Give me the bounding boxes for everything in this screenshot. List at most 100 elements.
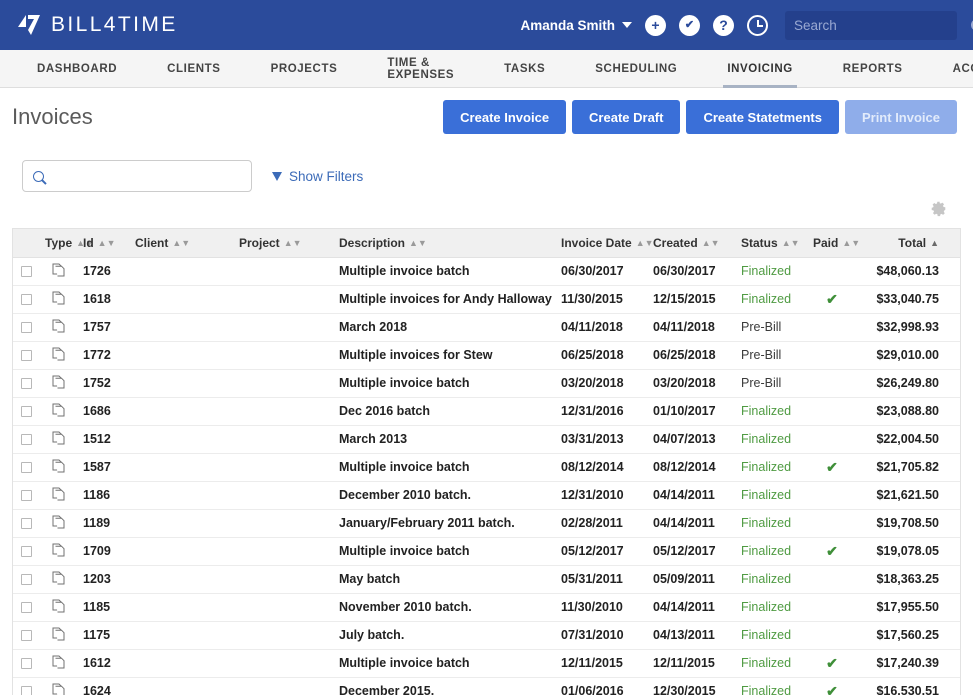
documents-icon[interactable] [52,403,65,420]
nav-item-reports[interactable]: REPORTS [818,50,928,87]
row-description[interactable]: Multiple invoice batch [333,257,555,286]
row-description[interactable]: December 2015. [333,677,555,695]
row-checkbox[interactable] [20,490,32,502]
row-id[interactable]: 1726 [77,257,129,286]
create-invoice-button[interactable]: Create Invoice [443,100,567,134]
table-row[interactable]: 1618 Multiple invoices for Andy Halloway 1… [13,285,960,314]
row-description[interactable]: March 2013 [333,425,555,454]
nav-item-dashboard[interactable]: DASHBOARD [12,50,142,87]
documents-icon[interactable] [52,627,65,644]
global-search-box[interactable] [785,10,973,40]
documents-icon[interactable] [52,543,65,560]
documents-icon[interactable] [52,263,65,280]
row-checkbox[interactable] [20,686,32,695]
row-description[interactable]: Multiple invoice batch [333,453,555,482]
row-description[interactable]: March 2018 [333,313,555,342]
global-search-input[interactable] [794,17,971,33]
row-description[interactable]: Multiple invoices for Stew [333,341,555,370]
row-description[interactable]: May batch [333,565,555,594]
check-circle-icon[interactable]: ✔ [679,14,700,36]
row-id[interactable]: 1186 [77,481,129,510]
column-header-created[interactable]: Created ▲▼ [647,229,735,258]
row-description[interactable]: July batch. [333,621,555,650]
column-header-paid[interactable]: Paid ▲▼ [807,229,860,258]
column-header-project[interactable]: Project ▲▼ [233,229,333,258]
row-checkbox[interactable] [20,602,32,614]
row-checkbox[interactable] [20,294,32,306]
documents-icon[interactable] [52,487,65,504]
invoice-search-input[interactable] [51,168,241,184]
row-id[interactable]: 1709 [77,537,129,566]
invoice-search-box[interactable] [22,160,252,192]
table-row[interactable]: 1624 December 2015. 01/06/2016 12/30/2015 Fi… [13,677,960,695]
show-filters-toggle[interactable]: Show Filters [272,169,363,184]
row-id[interactable]: 1189 [77,509,129,538]
row-id[interactable]: 1757 [77,313,129,342]
row-id[interactable]: 1752 [77,369,129,398]
row-description[interactable]: Dec 2016 batch [333,397,555,426]
row-description[interactable]: Multiple invoices for Andy Halloway [333,285,555,314]
row-id[interactable]: 1612 [77,649,129,678]
help-icon[interactable]: ? [713,14,734,36]
table-row[interactable]: 1185 November 2010 batch. 11/30/2010 04/14/… [13,593,960,622]
brand-logo[interactable]: BILL4TIME [16,13,178,37]
column-header-total[interactable]: Total ▲ [857,229,949,258]
column-header-status[interactable]: Status ▲▼ [735,229,807,258]
create-draft-button[interactable]: Create Draft [572,100,681,134]
row-id[interactable]: 1772 [77,341,129,370]
nav-item-invoicing[interactable]: INVOICING [702,50,817,88]
user-menu[interactable]: Amanda Smith [520,18,632,33]
table-row[interactable]: 1203 May batch 05/31/2011 05/09/2011 Finaliz… [13,565,960,594]
column-header-id[interactable]: Id ▲▼ [77,229,129,258]
documents-icon[interactable] [52,515,65,532]
row-id[interactable]: 1587 [77,453,129,482]
row-description[interactable]: Multiple invoice batch [333,649,555,678]
row-description[interactable]: November 2010 batch. [333,593,555,622]
add-icon[interactable]: + [645,14,666,36]
table-row[interactable]: 1752 Multiple invoice batch 03/20/2018 03/2… [13,369,960,398]
row-checkbox[interactable] [20,462,32,474]
table-row[interactable]: 1612 Multiple invoice batch 12/11/2015 12/1… [13,649,960,678]
row-checkbox[interactable] [20,406,32,418]
table-row[interactable]: 1175 July batch. 07/31/2010 04/13/2011 Final… [13,621,960,650]
print-invoice-button[interactable]: Print Invoice [844,100,957,134]
row-id[interactable]: 1203 [77,565,129,594]
documents-icon[interactable] [52,683,65,695]
row-checkbox[interactable] [20,434,32,446]
table-row[interactable]: 1686 Dec 2016 batch 12/31/2016 01/10/2017 Fi… [13,397,960,426]
row-checkbox[interactable] [20,630,32,642]
documents-icon[interactable] [52,459,65,476]
gear-icon[interactable] [930,200,947,217]
table-row[interactable]: 1512 March 2013 03/31/2013 04/07/2013 Finali… [13,425,960,454]
table-row[interactable]: 1189 January/February 2011 batch. 02/28/20… [13,509,960,538]
table-row[interactable]: 1186 December 2010 batch. 12/31/2010 04/14/… [13,481,960,510]
column-header-client[interactable]: Client ▲▼ [129,229,233,258]
table-row[interactable]: 1726 Multiple invoice batch 06/30/2017 06/3… [13,257,960,286]
documents-icon[interactable] [52,571,65,588]
nav-item-time-expenses[interactable]: TIME & EXPENSES [362,50,479,87]
row-checkbox[interactable] [20,518,32,530]
row-checkbox[interactable] [20,266,32,278]
documents-icon[interactable] [52,319,65,336]
table-row[interactable]: 1757 March 2018 04/11/2018 04/11/2018 Pre-Bi… [13,313,960,342]
table-row[interactable]: 1709 Multiple invoice batch 05/12/2017 05/1… [13,537,960,566]
nav-item-clients[interactable]: CLIENTS [142,50,245,87]
column-header-type[interactable]: Type▲▼ [39,229,94,258]
row-id[interactable]: 1686 [77,397,129,426]
row-checkbox[interactable] [20,350,32,362]
timer-clock-icon[interactable] [747,14,768,36]
nav-item-scheduling[interactable]: SCHEDULING [570,50,702,87]
row-id[interactable]: 1624 [77,677,129,695]
row-description[interactable]: December 2010 batch. [333,481,555,510]
row-checkbox[interactable] [20,658,32,670]
row-checkbox[interactable] [20,378,32,390]
create-statements-button[interactable]: Create Statetments [686,100,839,134]
column-header-select-all[interactable] [13,229,39,258]
documents-icon[interactable] [52,375,65,392]
nav-item-tasks[interactable]: TASKS [479,50,570,87]
column-header-invoice-date[interactable]: Invoice Date ▲▼ [555,229,654,258]
row-description[interactable]: January/February 2011 batch. [333,509,555,538]
row-id[interactable]: 1185 [77,593,129,622]
row-description[interactable]: Multiple invoice batch [333,537,555,566]
documents-icon[interactable] [52,347,65,364]
